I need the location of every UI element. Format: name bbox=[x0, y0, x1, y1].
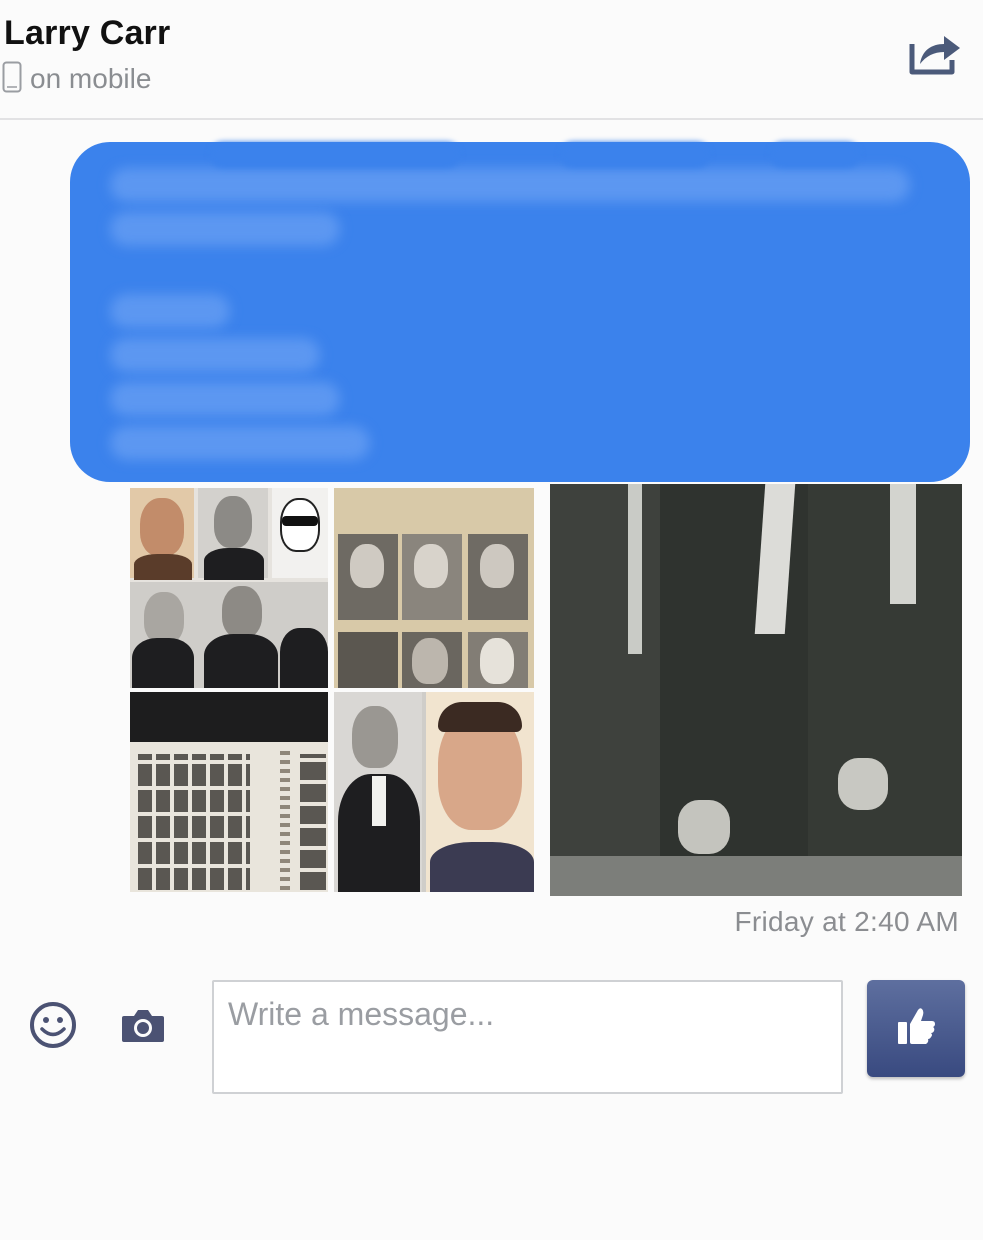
photo-two-men-suits[interactable] bbox=[550, 484, 962, 896]
camera-icon bbox=[120, 1010, 166, 1050]
message-timestamp: Friday at 2:40 AM bbox=[734, 906, 959, 937]
photo-attachments bbox=[128, 484, 963, 896]
thumbs-up-icon bbox=[894, 1004, 938, 1053]
presence-status: on mobile bbox=[2, 61, 152, 98]
camera-button[interactable] bbox=[120, 1006, 166, 1046]
presence-text: on mobile bbox=[30, 63, 152, 94]
photo-portrait-sketch[interactable] bbox=[334, 692, 534, 892]
share-button[interactable] bbox=[908, 30, 962, 76]
conversation-header: Larry Carr on mobile bbox=[0, 0, 983, 120]
photo-composite[interactable] bbox=[130, 488, 328, 688]
chat-page: Larry Carr on mobile Friday at 2:40 AM W… bbox=[0, 0, 983, 1240]
mobile-phone-icon bbox=[2, 61, 22, 98]
message-bubble-redacted[interactable] bbox=[70, 142, 970, 482]
emoji-button[interactable] bbox=[28, 1000, 78, 1050]
contact-name[interactable]: Larry Carr bbox=[4, 14, 170, 53]
like-button[interactable] bbox=[867, 980, 965, 1077]
share-icon bbox=[908, 36, 962, 80]
smiley-icon bbox=[28, 1002, 78, 1054]
photo-album-binder[interactable] bbox=[130, 692, 328, 892]
message-input[interactable] bbox=[212, 980, 843, 1094]
photo-yearbook-page[interactable] bbox=[334, 488, 534, 688]
